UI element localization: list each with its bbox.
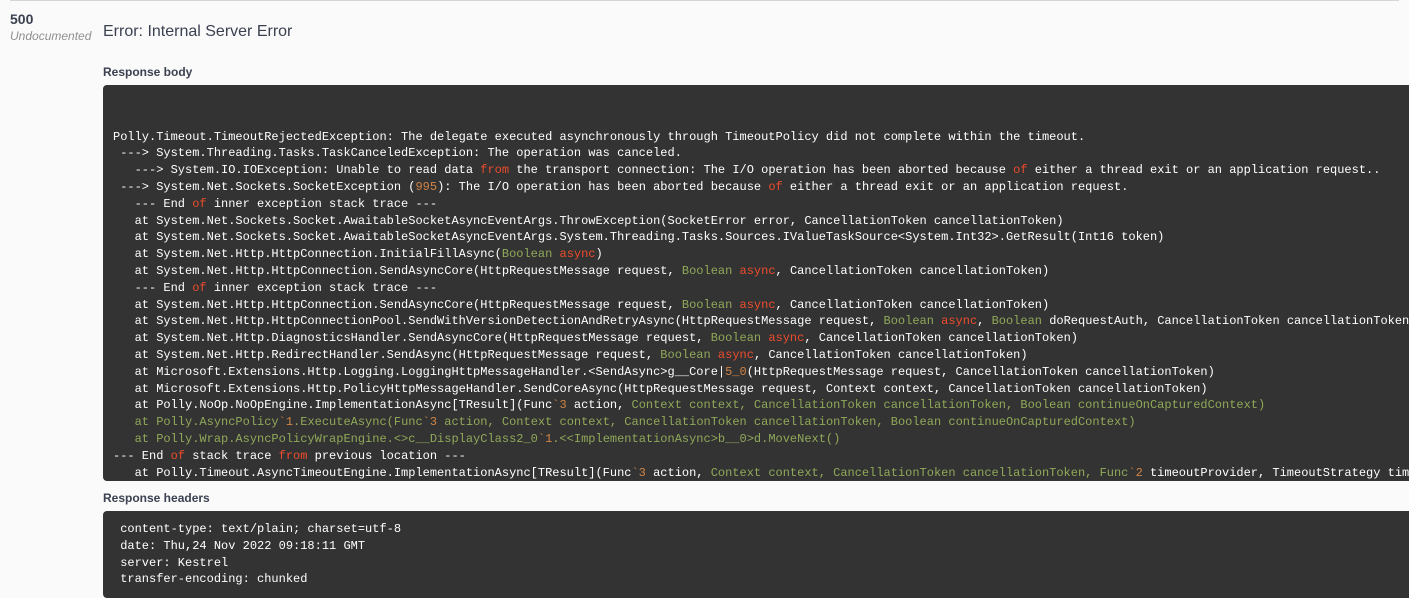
top-divider xyxy=(10,0,1399,1)
response-body-block: Polly.Timeout.TimeoutRejectedException: … xyxy=(103,85,1409,481)
response-headers-block: content-type: text/plain; charset=utf-8 … xyxy=(103,511,1409,598)
status-code: 500 xyxy=(10,11,103,27)
error-title: Error: Internal Server Error xyxy=(103,23,1409,41)
response-headers-heading: Response headers xyxy=(103,491,1409,505)
response-body-heading: Response body xyxy=(103,65,1409,79)
stack-trace-text: Polly.Timeout.TimeoutRejectedException: … xyxy=(113,129,1409,481)
status-undocumented: Undocumented xyxy=(10,29,103,43)
